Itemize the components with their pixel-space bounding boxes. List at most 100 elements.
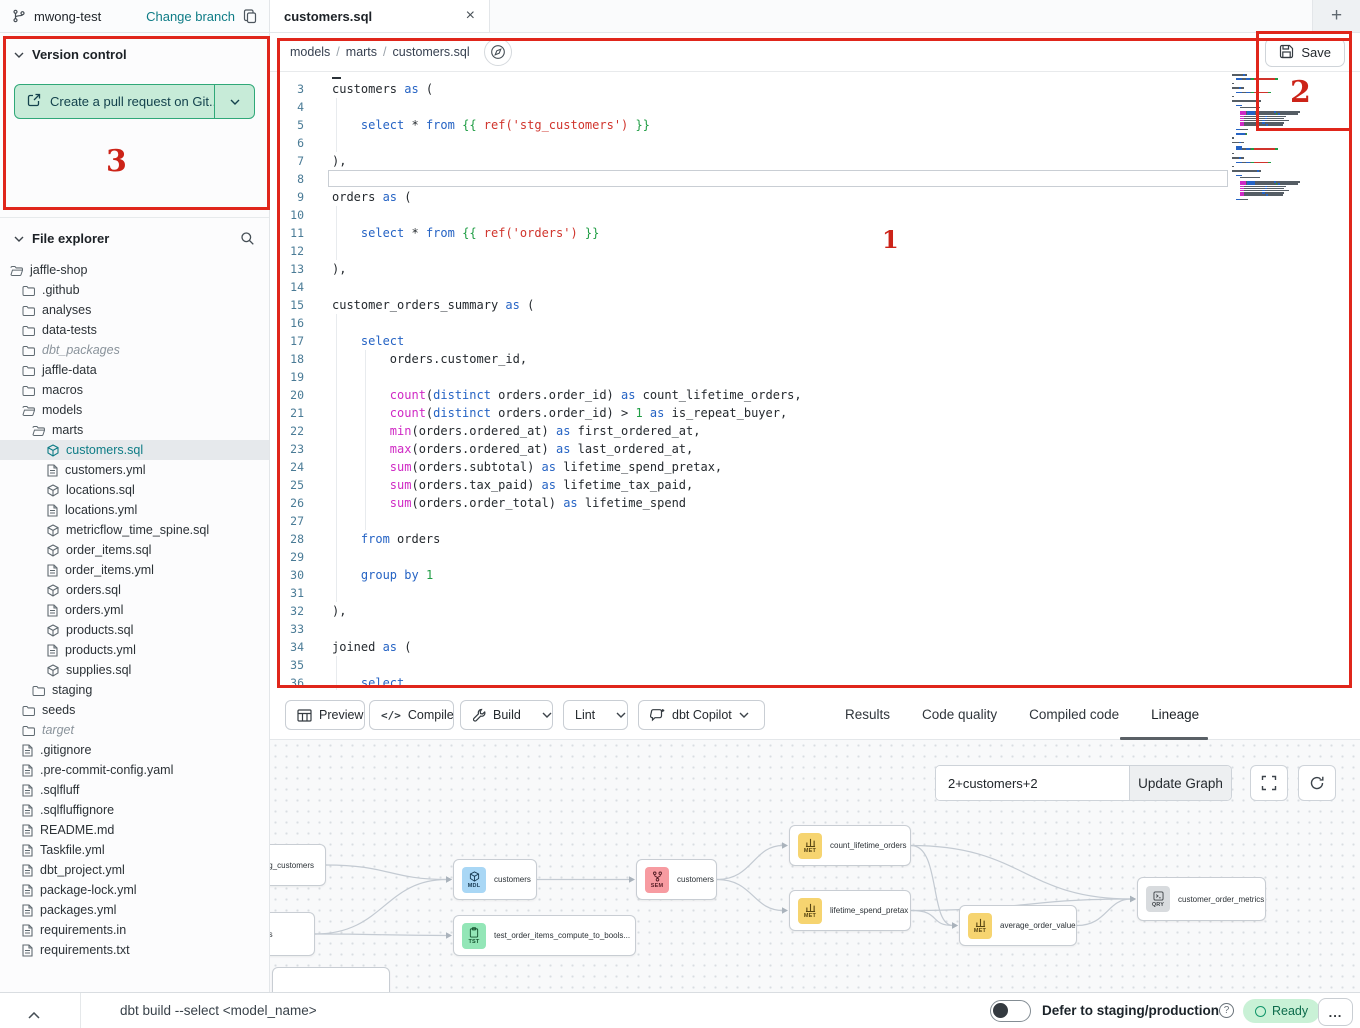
- lineage-node-stg_customers[interactable]: MDLstg_customers: [270, 844, 326, 886]
- lineage-node-customers_mdl[interactable]: MDLcustomers: [453, 859, 537, 900]
- tree-item-orders.yml[interactable]: orders.yml: [0, 600, 269, 620]
- lint-button[interactable]: Lint: [563, 700, 628, 730]
- pr-dropdown-chevron[interactable]: [214, 85, 254, 118]
- tab-compiled-code[interactable]: Compiled code: [1029, 707, 1119, 722]
- folder-open-icon: [10, 265, 23, 276]
- tree-item-dbt_project.yml[interactable]: dbt_project.yml: [0, 860, 269, 880]
- tree-item-dbt_packages[interactable]: dbt_packages: [0, 340, 269, 360]
- tree-item-seeds[interactable]: seeds: [0, 700, 269, 720]
- lineage-node-orders[interactable]: MDLorders: [270, 912, 315, 956]
- tree-item-label: dbt_project.yml: [40, 863, 125, 877]
- ready-circle-icon: [1255, 1006, 1266, 1017]
- tree-item-label: data-tests: [42, 323, 97, 337]
- tree-item-products.sql[interactable]: products.sql: [0, 620, 269, 640]
- tree-item-packages.yml[interactable]: packages.yml: [0, 900, 269, 920]
- tree-item-label: products.sql: [66, 623, 133, 637]
- lineage-node-lifetime_spend_pretax[interactable]: METlifetime_spend_pretax: [789, 890, 911, 931]
- tree-item-customers.sql[interactable]: customers.sql: [0, 440, 269, 460]
- tab-code-quality[interactable]: Code quality: [922, 707, 997, 722]
- node-label: customer_order_metrics: [1178, 895, 1264, 904]
- tree-item-models[interactable]: models: [0, 400, 269, 420]
- change-branch-link[interactable]: Change branch: [146, 9, 235, 24]
- tree-item-README.md[interactable]: README.md: [0, 820, 269, 840]
- lineage-node-customer_order_metrics[interactable]: QRYcustomer_order_metrics: [1137, 877, 1266, 921]
- tree-item-label: .sqlfluffignore: [40, 803, 114, 817]
- tree-item-order_items.yml[interactable]: order_items.yml: [0, 560, 269, 580]
- lineage-panel[interactable]: MDLstg_customers MDLorders MDLcustomers TST…: [270, 740, 1360, 992]
- dbt-copilot-button[interactable]: dbt Copilot: [638, 700, 765, 730]
- tab-lineage[interactable]: Lineage: [1151, 707, 1199, 722]
- compile-button[interactable]: </>Compile: [369, 700, 454, 730]
- tree-item-Taskfile.yml[interactable]: Taskfile.yml: [0, 840, 269, 860]
- tree-item-locations.yml[interactable]: locations.yml: [0, 500, 269, 520]
- tree-item-requirements.in[interactable]: requirements.in: [0, 920, 269, 940]
- line-number: 6: [270, 134, 310, 152]
- tree-item-locations.sql[interactable]: locations.sql: [0, 480, 269, 500]
- build-button[interactable]: Build: [460, 700, 553, 730]
- tab-close-icon[interactable]: ×: [466, 8, 475, 24]
- fullscreen-button[interactable]: [1250, 765, 1288, 801]
- tree-item-analyses[interactable]: analyses: [0, 300, 269, 320]
- tree-item-.sqlfluff[interactable]: .sqlfluff: [0, 780, 269, 800]
- create-pull-request-button[interactable]: Create a pull request on Git...: [14, 84, 255, 119]
- command-input[interactable]: dbt build --select <model_name>: [120, 1003, 317, 1018]
- tree-item-marts[interactable]: marts: [0, 420, 269, 440]
- file-explorer-title: File explorer: [32, 231, 109, 246]
- line-number: 9: [270, 188, 310, 206]
- chevron-down-icon[interactable]: [532, 701, 562, 729]
- lineage-node-partial_node[interactable]: [272, 967, 390, 992]
- tree-item-orders.sql[interactable]: orders.sql: [0, 580, 269, 600]
- new-tab-button[interactable]: +: [1312, 0, 1360, 32]
- minimap[interactable]: [1232, 74, 1320, 201]
- tree-item-.pre-commit-config.yaml[interactable]: .pre-commit-config.yaml: [0, 760, 269, 780]
- tree-item-metricflow_time_spine.sql[interactable]: metricflow_time_spine.sql: [0, 520, 269, 540]
- code-editor[interactable]: 3customers as (45 select * from {{ ref('…: [270, 72, 1360, 690]
- file-explorer-header: File explorer: [0, 218, 269, 254]
- button-label: Build: [493, 708, 521, 722]
- lineage-node-test_order_items[interactable]: TSTtest_order_items_compute_to_bools...: [453, 915, 636, 956]
- code-line-7: 7),: [270, 152, 1360, 170]
- tree-item-customers.yml[interactable]: customers.yml: [0, 460, 269, 480]
- tree-item-staging[interactable]: staging: [0, 680, 269, 700]
- tree-item-data-tests[interactable]: data-tests: [0, 320, 269, 340]
- tree-item-supplies.sql[interactable]: supplies.sql: [0, 660, 269, 680]
- copy-icon[interactable]: [243, 9, 257, 24]
- lineage-node-customers_sem[interactable]: SEMcustomers: [636, 859, 717, 900]
- tab-results[interactable]: Results: [845, 707, 890, 722]
- tree-item-label: jaffle-shop: [30, 263, 87, 277]
- code-line-25: 25 sum(orders.tax_paid) as lifetime_tax_…: [270, 476, 1360, 494]
- tree-item-products.yml[interactable]: products.yml: [0, 640, 269, 660]
- tree-item-requirements.txt[interactable]: requirements.txt: [0, 940, 269, 960]
- lineage-node-count_lifetime_orders[interactable]: METcount_lifetime_orders: [789, 825, 911, 866]
- tree-item-.gitignore[interactable]: .gitignore: [0, 740, 269, 760]
- preview-button[interactable]: Preview: [285, 700, 365, 730]
- help-icon[interactable]: ?: [1219, 1003, 1234, 1018]
- model-icon: [47, 484, 59, 497]
- version-control-collapse-icon[interactable]: [14, 52, 24, 58]
- file-explorer-collapse-icon[interactable]: [14, 236, 24, 242]
- update-graph-button[interactable]: Update Graph: [1129, 766, 1231, 800]
- refresh-button[interactable]: [1298, 765, 1336, 801]
- chevron-up-icon[interactable]: [28, 1007, 40, 1022]
- tree-item-jaffle-shop[interactable]: jaffle-shop: [0, 260, 269, 280]
- node-label: test_order_items_compute_to_bools...: [494, 931, 630, 940]
- more-options-button[interactable]: ...: [1318, 998, 1353, 1026]
- tree-item-jaffle-data[interactable]: jaffle-data: [0, 360, 269, 380]
- lineage-selector-input[interactable]: [936, 766, 1129, 800]
- line-number: 10: [270, 206, 310, 224]
- tree-item-.github[interactable]: .github: [0, 280, 269, 300]
- model-icon: [47, 444, 59, 457]
- search-icon[interactable]: [240, 231, 255, 246]
- tree-item-target[interactable]: target: [0, 720, 269, 740]
- copilot-compass-icon[interactable]: [484, 38, 512, 66]
- tree-item-package-lock.yml[interactable]: package-lock.yml: [0, 880, 269, 900]
- save-button[interactable]: Save: [1265, 38, 1345, 67]
- defer-toggle[interactable]: [990, 1000, 1031, 1022]
- tree-item-label: orders.sql: [66, 583, 121, 597]
- tree-item-macros[interactable]: macros: [0, 380, 269, 400]
- chevron-down-icon[interactable]: [606, 701, 636, 729]
- editor-tab-customers-sql[interactable]: customers.sql ×: [270, 0, 490, 32]
- tree-item-order_items.sql[interactable]: order_items.sql: [0, 540, 269, 560]
- tree-item-.sqlfluffignore[interactable]: .sqlfluffignore: [0, 800, 269, 820]
- lineage-node-average_order_value[interactable]: METaverage_order_value: [959, 905, 1077, 946]
